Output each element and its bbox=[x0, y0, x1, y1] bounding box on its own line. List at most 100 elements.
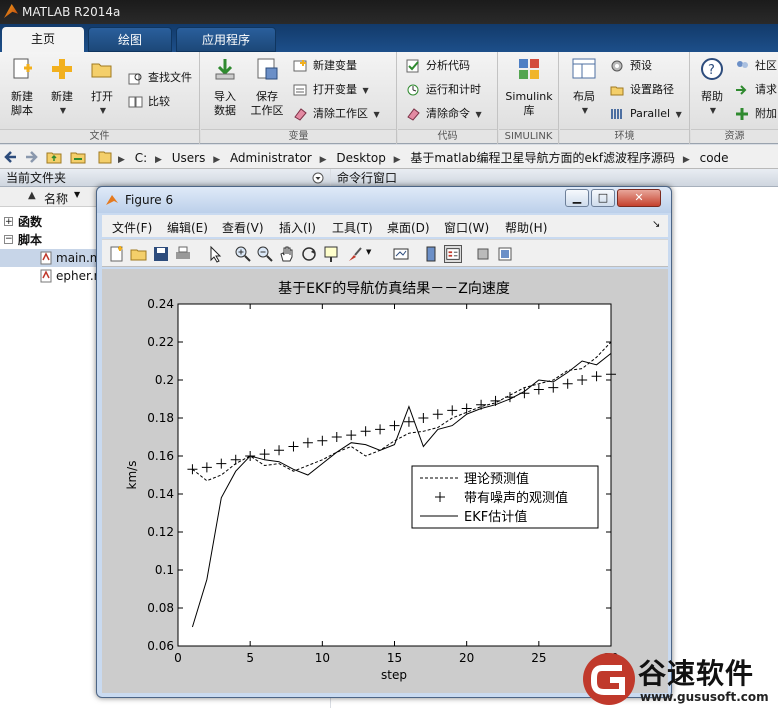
open-variable-button[interactable]: 打开变量 ▼ bbox=[293, 81, 369, 99]
layout-button[interactable]: 布局 ▼ bbox=[564, 56, 604, 118]
chevron-down-icon[interactable]: ▼ bbox=[366, 248, 371, 256]
new-figure-icon[interactable] bbox=[108, 245, 126, 263]
breadcrumb-separator-icon: ▶ bbox=[393, 155, 401, 165]
data-cursor-icon[interactable] bbox=[322, 245, 340, 263]
x-tick-label: 25 bbox=[531, 651, 546, 665]
maximize-button[interactable]: □ bbox=[591, 189, 615, 207]
new-variable-button[interactable]: 新建变量 bbox=[293, 57, 357, 75]
breadcrumb-item[interactable]: 基于matlab编程卫星导航方面的ekf滤波程序源码 bbox=[410, 151, 675, 165]
breadcrumb-item[interactable]: Desktop bbox=[336, 151, 386, 165]
figure-title-bar[interactable]: Figure 6 ▁ □ ✕ bbox=[97, 187, 671, 213]
legend[interactable]: 理论预测值带有噪声的观测值 EKF估计值 bbox=[411, 465, 599, 529]
chevron-down-icon[interactable]: ▼ bbox=[74, 190, 80, 199]
compare-label: 比较 bbox=[148, 95, 170, 108]
address-bar: ▶ C: ▶ Users ▶ Administrator ▶ Desktop ▶… bbox=[0, 145, 778, 169]
plot-area[interactable]: 基于EKF的导航仿真结果－－Z向速度 step km/s 05101520253… bbox=[102, 269, 668, 693]
menu-tools[interactable]: 工具(T) bbox=[332, 219, 373, 236]
addons-button[interactable]: 附加 bbox=[735, 105, 777, 123]
compare-button[interactable]: 比较 bbox=[128, 93, 170, 111]
code-group: 分析代码 运行和计时 清除命令 ▼ 代码 bbox=[398, 52, 498, 144]
name-column-header[interactable]: 名称 bbox=[44, 190, 68, 207]
back-arrow-icon[interactable] bbox=[4, 150, 18, 164]
browse-folder-icon[interactable] bbox=[70, 149, 86, 165]
menu-desktop[interactable]: 桌面(D) bbox=[387, 219, 430, 236]
brush-icon[interactable] bbox=[346, 245, 364, 263]
open-file-icon[interactable] bbox=[130, 245, 148, 263]
parallel-button[interactable]: Parallel ▼ bbox=[610, 105, 682, 123]
menu-window[interactable]: 窗口(W) bbox=[444, 219, 489, 236]
find-files-button[interactable]: 查找文件 bbox=[128, 69, 192, 87]
x-tick-label: 10 bbox=[315, 651, 330, 665]
preferences-button[interactable]: 预设 bbox=[610, 57, 652, 75]
show-plot-tools-icon[interactable] bbox=[496, 245, 514, 263]
dock-arrow-icon[interactable]: ↘ bbox=[652, 219, 660, 230]
menu-insert[interactable]: 插入(I) bbox=[279, 219, 316, 236]
zoom-out-icon[interactable] bbox=[256, 245, 274, 263]
breadcrumb-item[interactable]: code bbox=[700, 151, 729, 165]
clear-commands-button[interactable]: 清除命令 ▼ bbox=[406, 105, 482, 123]
import-data-button[interactable]: 导入 数据 bbox=[205, 56, 245, 118]
command-window-title: 命令行窗口 bbox=[337, 171, 398, 185]
chevron-down-icon: ▼ bbox=[675, 110, 682, 119]
collapse-icon[interactable]: − bbox=[4, 235, 13, 244]
clear-workspace-label: 清除工作区 bbox=[313, 107, 368, 120]
breadcrumb-item[interactable]: Administrator bbox=[230, 151, 312, 165]
watermark: 谷速软件 www.gususoft.com bbox=[582, 650, 778, 708]
minimize-button[interactable]: ▁ bbox=[565, 189, 589, 207]
rotate-3d-icon[interactable] bbox=[300, 245, 318, 263]
analyze-code-button[interactable]: 分析代码 bbox=[406, 57, 470, 75]
command-window-header: 命令行窗口 bbox=[331, 169, 778, 187]
file-group: 新建 脚本 新建 ▼ 打开 ▼ 查找文件 比较 文件 bbox=[0, 52, 200, 144]
set-path-button[interactable]: 设置路径 bbox=[610, 81, 674, 99]
menu-view[interactable]: 查看(V) bbox=[222, 219, 264, 236]
clear-commands-label: 清除命令 bbox=[426, 107, 470, 120]
x-tick-label: 0 bbox=[174, 651, 182, 665]
menu-help[interactable]: 帮助(H) bbox=[505, 219, 547, 236]
breadcrumb-separator-icon: ▶ bbox=[682, 155, 690, 165]
community-label: 社区 bbox=[755, 59, 777, 72]
chevron-down-icon: ▼ bbox=[373, 110, 380, 119]
forward-arrow-icon[interactable] bbox=[24, 150, 38, 164]
new-script-icon bbox=[13, 58, 32, 79]
expand-icon[interactable]: + bbox=[4, 217, 13, 227]
pointer-icon[interactable] bbox=[206, 245, 224, 263]
new-script-button[interactable]: 新建 脚本 bbox=[4, 56, 40, 118]
close-button[interactable]: ✕ bbox=[617, 189, 661, 207]
figure-menu-bar: 文件(F) 编辑(E) 查看(V) 插入(I) 工具(T) 桌面(D) 窗口(W… bbox=[102, 215, 668, 237]
colorbar-icon[interactable] bbox=[422, 245, 440, 263]
chevron-down-icon: ▼ bbox=[581, 106, 589, 115]
m-file-icon bbox=[40, 269, 52, 283]
open-button[interactable]: 打开 ▼ bbox=[84, 56, 120, 118]
tab-plots[interactable]: 绘图 bbox=[88, 27, 172, 52]
folder-open-icon bbox=[91, 63, 112, 78]
menu-edit[interactable]: 编辑(E) bbox=[167, 219, 208, 236]
new-button[interactable]: 新建 ▼ bbox=[44, 56, 80, 118]
request-support-button[interactable]: 请求 bbox=[735, 81, 777, 99]
tree-group-label: 函数 bbox=[18, 215, 43, 229]
breadcrumb-item[interactable]: Users bbox=[172, 151, 206, 165]
tab-apps[interactable]: 应用程序 bbox=[176, 27, 276, 52]
hide-plot-tools-icon[interactable] bbox=[474, 245, 492, 263]
run-and-time-button[interactable]: 运行和计时 bbox=[406, 81, 481, 99]
plus-icon bbox=[52, 59, 72, 79]
legend-icon[interactable] bbox=[444, 245, 462, 263]
clear-workspace-button[interactable]: 清除工作区 ▼ bbox=[293, 105, 380, 123]
help-button[interactable]: ? 帮助 ▼ bbox=[695, 56, 729, 118]
save-workspace-button[interactable]: 保存 工作区 bbox=[247, 56, 287, 118]
tab-home[interactable]: 主页 bbox=[2, 27, 84, 52]
breadcrumb-item[interactable]: C: bbox=[135, 151, 147, 165]
zoom-in-icon[interactable] bbox=[234, 245, 252, 263]
print-icon[interactable] bbox=[174, 245, 192, 263]
panel-menu-icon[interactable] bbox=[312, 172, 324, 184]
link-plot-icon[interactable] bbox=[392, 245, 410, 263]
pan-hand-icon[interactable] bbox=[278, 245, 296, 263]
simulink-icon bbox=[519, 59, 539, 79]
up-folder-icon[interactable] bbox=[46, 149, 62, 165]
community-button[interactable]: 社区 bbox=[735, 57, 777, 75]
find-files-icon bbox=[128, 73, 142, 85]
watermark-brand: 谷速软件 bbox=[638, 657, 755, 690]
simulink-library-button[interactable]: Simulink 库 bbox=[503, 56, 555, 118]
save-icon[interactable] bbox=[152, 245, 170, 263]
menu-file[interactable]: 文件(F) bbox=[112, 219, 152, 236]
variable-group: 导入 数据 保存 工作区 新建变量 打开变量 ▼ 清除工作区 ▼ 变量 bbox=[201, 52, 397, 144]
